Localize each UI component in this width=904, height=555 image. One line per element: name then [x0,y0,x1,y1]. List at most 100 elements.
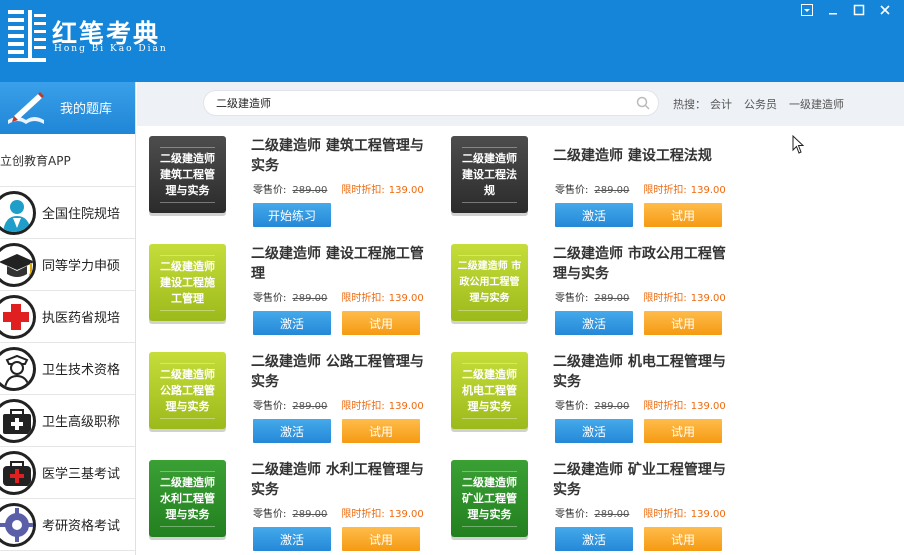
minimize-icon [829,13,837,15]
hot-search-label: 热搜： [673,98,706,111]
activate-button[interactable]: 激活 [555,311,633,335]
search-bar: 热搜： 会计 公务员 一级建造师 [137,82,904,126]
retail-price: 289.00 [594,509,630,520]
trial-button[interactable]: 试用 [342,527,420,551]
minimize-button[interactable] [822,2,844,18]
cover-text: 建筑工程管 [160,167,215,181]
window-controls [796,2,896,18]
discount-label: 限时折扣: [643,401,687,412]
activate-button[interactable]: 激活 [253,419,331,443]
retail-price: 289.00 [292,509,328,520]
cover-text: 二级建造师 [462,475,517,489]
sidebar-item-label: 同等学力申硕 [42,259,121,274]
price-row: 零售价: 289.00 限时折扣: 139.00 [555,397,726,412]
close-button[interactable] [874,2,896,18]
product-cover[interactable]: 二级建造师 建设工程施 工管理 [149,244,226,321]
cover-text: 理与实务 [165,507,210,521]
product-title: 二级建造师 建设工程法规 [553,148,712,164]
my-question-bank-button[interactable]: 我的题库 [0,82,135,134]
sidebar-item-postgraduate[interactable]: 考研资格考试 [0,499,135,551]
discount-label: 限时折扣: [643,185,687,196]
product-title: 二级建造师 矿业工程管理与实务 [553,462,726,498]
activate-button[interactable]: 激活 [555,527,633,551]
cover-text: 二级建造师 [160,151,215,165]
doctor-icon [0,191,36,235]
retail-price: 289.00 [292,401,328,412]
product-title: 二级建造师 水利工程管理与实务 [251,462,424,498]
sidebar-item-health-tech-qualification[interactable]: 卫生技术资格 [0,343,135,395]
activate-button[interactable]: 激活 [253,311,331,335]
product-cover[interactable]: 二级建造师 建筑工程管 理与实务 [149,136,226,213]
discount-label: 限时折扣: [341,401,385,412]
maximize-button[interactable] [848,2,870,18]
activate-button[interactable]: 激活 [555,419,633,443]
nurse-icon [0,347,36,391]
cover-text: 水利工程管 [160,491,215,505]
discount-price: 139.00 [388,293,424,304]
activate-button[interactable]: 激活 [555,203,633,227]
product-cover[interactable]: 二级建造师 市政公用工程管 理与实务 [451,244,528,321]
product-cover[interactable]: 二级建造师 水利工程管 理与实务 [149,460,226,537]
trial-button[interactable]: 试用 [644,527,722,551]
cover-text: 二级建造师 [160,259,215,273]
sidebar-item-label: 立创教育APP [0,153,71,168]
price-row: 零售价: 289.00 限时折扣: 139.00 [253,289,424,304]
sidebar-item-equivalent-degree[interactable]: 同等学力申硕 [0,239,135,291]
product-cover[interactable]: 二级建造师 公路工程管 理与实务 [149,352,226,429]
retail-price: 289.00 [292,293,328,304]
discount-price: 139.00 [690,509,726,520]
graduation-cap-icon [0,243,36,287]
search-input[interactable] [216,94,616,112]
price-row: 零售价: 289.00 限时折扣: 139.00 [555,505,726,520]
start-practice-button[interactable]: 开始练习 [253,203,331,227]
sidebar-item-three-basics[interactable]: 医学三基考试 [0,447,135,499]
product-title: 二级建造师 机电工程管理与实务 [553,354,726,390]
search-icon[interactable] [636,96,650,110]
activate-button[interactable]: 激活 [253,527,331,551]
sidebar-item-app[interactable]: 立创教育APP [0,134,135,187]
retail-price: 289.00 [594,293,630,304]
sidebar-item-label: 执医药省规培 [42,311,121,326]
hot-search-link[interactable]: 会计 [710,96,732,112]
trial-button[interactable]: 试用 [644,419,722,443]
retail-price: 289.00 [292,185,328,196]
retail-label: 零售价: [555,293,589,304]
cover-text: 建设工程法 [462,167,517,181]
menu-dropdown-button[interactable] [796,2,818,18]
product-card: 二级建造师 建设工程法规 二级建造师 建设工程法规 零售价: 289.00 限时折扣:… [439,126,739,234]
product-cover[interactable]: 二级建造师 建设工程法规 [451,136,528,213]
price-row: 零售价: 289.00 限时折扣: 139.00 [555,289,726,304]
maximize-icon [853,4,865,16]
discount-price: 139.00 [690,293,726,304]
brand-pinyin: Hong Bi Kao Dian [54,44,168,54]
product-cover[interactable]: 二级建造师 机电工程管 理与实务 [451,352,528,429]
retail-label: 零售价: [253,509,287,520]
discount-label: 限时折扣: [643,293,687,304]
sidebar-item-label: 卫生高级职称 [42,415,121,430]
trial-button[interactable]: 试用 [342,419,420,443]
cover-text: 规 [484,183,495,197]
hot-search-link[interactable]: 公务员 [744,96,777,112]
cover-text: 二级建造师 [160,367,215,381]
product-cover[interactable]: 二级建造师 矿业工程管 理与实务 [451,460,528,537]
retail-label: 零售价: [555,185,589,196]
sidebar-item-residency-training[interactable]: 全国住院规培 [0,187,135,239]
sidebar-item-label: 医学三基考试 [42,467,121,482]
price-row: 零售价: 289.00 限时折扣: 139.00 [253,397,424,412]
product-card: 二级建造师 建设工程施 工管理 二级建造师 建设工程施工管理 零售价: 289.00 限… [137,234,437,342]
sidebar-item-medical-license[interactable]: 执医药省规培 [0,291,135,343]
retail-label: 零售价: [253,401,287,412]
cover-text: 建设工程施 [160,275,215,289]
gear-icon [0,503,36,547]
trial-button[interactable]: 试用 [644,311,722,335]
sidebar-item-senior-title[interactable]: 卫生高级职称 [0,395,135,447]
cover-text: 矿业工程管 [462,491,517,505]
hot-search-link[interactable]: 一级建造师 [789,96,844,112]
logo-icon [8,10,46,62]
discount-label: 限时折扣: [341,509,385,520]
retail-label: 零售价: [555,401,589,412]
product-title: 二级建造师 市政公用工程管理与实务 [553,246,726,282]
trial-button[interactable]: 试用 [644,203,722,227]
discount-label: 限时折扣: [643,509,687,520]
trial-button[interactable]: 试用 [342,311,420,335]
